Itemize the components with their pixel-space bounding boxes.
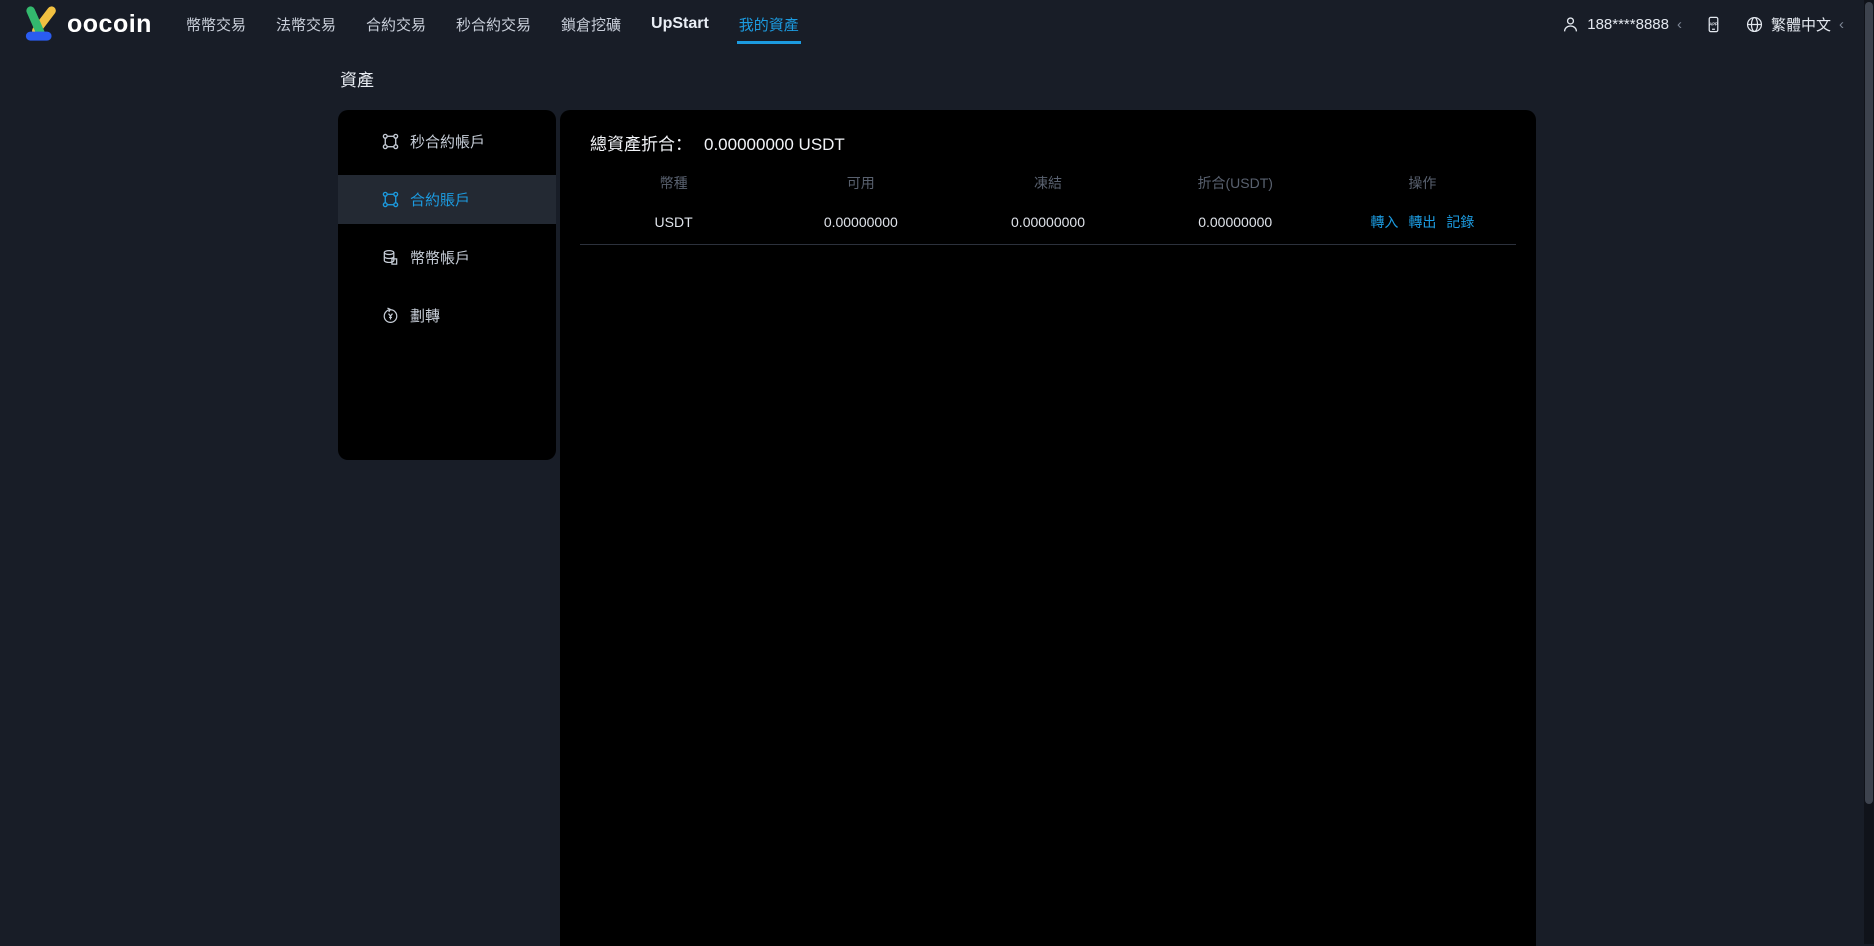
col-header-converted: 折合(USDT) (1142, 173, 1329, 193)
top-navbar: oocoin 幣幣交易 法幣交易 合約交易 秒合約交易 鎖倉挖礦 UpStart… (0, 0, 1874, 48)
page-title: 資產 (340, 66, 1536, 91)
table-row: USDT 0.00000000 0.00000000 0.00000000 轉入… (580, 199, 1516, 245)
svg-text:APP: APP (1709, 21, 1718, 26)
page-content: 資產 秒合約帳戶 (338, 66, 1536, 946)
nav-item-spot-trade[interactable]: 幣幣交易 (186, 0, 246, 48)
nav-item-lockup-mining[interactable]: 鎖倉挖礦 (561, 0, 621, 48)
asset-table: 幣種 可用 凍結 折合(USDT) 操作 USDT 0.00000000 0.0… (580, 167, 1516, 245)
total-assets-line: 總資產折合： 0.00000000 USDT (580, 128, 1516, 155)
col-header-available: 可用 (767, 173, 954, 193)
cell-frozen: 0.00000000 (954, 214, 1141, 230)
total-assets-value: 0.00000000 USDT (704, 135, 845, 155)
col-header-currency: 幣種 (580, 173, 767, 193)
panels: 秒合約帳戶 合約賬戶 (338, 110, 1536, 946)
coins-database-icon (381, 248, 400, 267)
transfer-in-link[interactable]: 轉入 (1370, 212, 1398, 232)
language-label: 繁體中文 (1771, 14, 1831, 35)
brand-logo[interactable]: oocoin (22, 5, 152, 43)
col-header-actions: 操作 (1329, 173, 1516, 193)
nav-item-upstart[interactable]: UpStart (651, 0, 709, 48)
brand-logo-icon (22, 5, 64, 43)
sidebar-item-spot-account[interactable]: 幣幣帳戶 (338, 233, 556, 282)
nav-item-my-assets[interactable]: 我的資產 (739, 0, 799, 48)
asset-table-header: 幣種 可用 凍結 折合(USDT) 操作 (580, 167, 1516, 199)
sidebar-item-label: 劃轉 (410, 305, 440, 326)
sidebar-item-contract-account[interactable]: 合約賬戶 (338, 175, 556, 224)
globe-icon (1745, 15, 1764, 34)
scrollbar[interactable] (1864, 0, 1874, 944)
transfer-out-link[interactable]: 轉出 (1408, 212, 1436, 232)
user-chevron-icon: ‹ (1677, 16, 1682, 33)
sidebar-item-label: 幣幣帳戶 (410, 247, 470, 268)
nav-item-contract-trade[interactable]: 合約交易 (366, 0, 426, 48)
app-root: oocoin 幣幣交易 法幣交易 合約交易 秒合約交易 鎖倉挖礦 UpStart… (0, 0, 1874, 946)
main-nav: 幣幣交易 法幣交易 合約交易 秒合約交易 鎖倉挖礦 UpStart 我的資產 (186, 0, 799, 48)
contract-frame-icon (381, 132, 400, 151)
cell-available: 0.00000000 (767, 214, 954, 230)
col-header-frozen: 凍結 (954, 173, 1141, 193)
contract-frame-icon (381, 190, 400, 209)
cell-actions: 轉入 轉出 記錄 (1329, 212, 1516, 232)
language-selector[interactable]: 繁體中文 ‹ (1745, 14, 1844, 35)
user-icon (1561, 15, 1580, 34)
cell-currency: USDT (580, 214, 767, 230)
user-phone: 188****8888 (1587, 16, 1669, 33)
sidebar-item-label: 合約賬戶 (410, 189, 470, 210)
assets-panel: 總資產折合： 0.00000000 USDT 幣種 可用 凍結 折合(USDT)… (560, 110, 1536, 946)
account-sidebar: 秒合約帳戶 合約賬戶 (338, 110, 556, 460)
app-download-icon: APP (1704, 15, 1723, 34)
sidebar-item-label: 秒合約帳戶 (410, 131, 485, 152)
user-menu[interactable]: 188****8888 ‹ (1561, 15, 1682, 34)
sidebar-item-second-contract-account[interactable]: 秒合約帳戶 (338, 117, 556, 166)
topbar-right: 188****8888 ‹ APP 繁體中文 ‹ (1561, 14, 1844, 35)
total-assets-label: 總資產折合： (590, 130, 692, 155)
scrollbar-thumb[interactable] (1865, 2, 1873, 804)
nav-item-fiat-trade[interactable]: 法幣交易 (276, 0, 336, 48)
language-chevron-icon: ‹ (1839, 16, 1844, 33)
nav-item-second-contract-trade[interactable]: 秒合約交易 (456, 0, 531, 48)
cell-converted: 0.00000000 (1142, 214, 1329, 230)
brand-name: oocoin (67, 10, 152, 39)
sidebar-item-transfer[interactable]: 劃轉 (338, 291, 556, 340)
transfer-circle-icon (381, 306, 400, 325)
app-download-button[interactable]: APP (1704, 15, 1723, 34)
records-link[interactable]: 記錄 (1446, 212, 1474, 232)
